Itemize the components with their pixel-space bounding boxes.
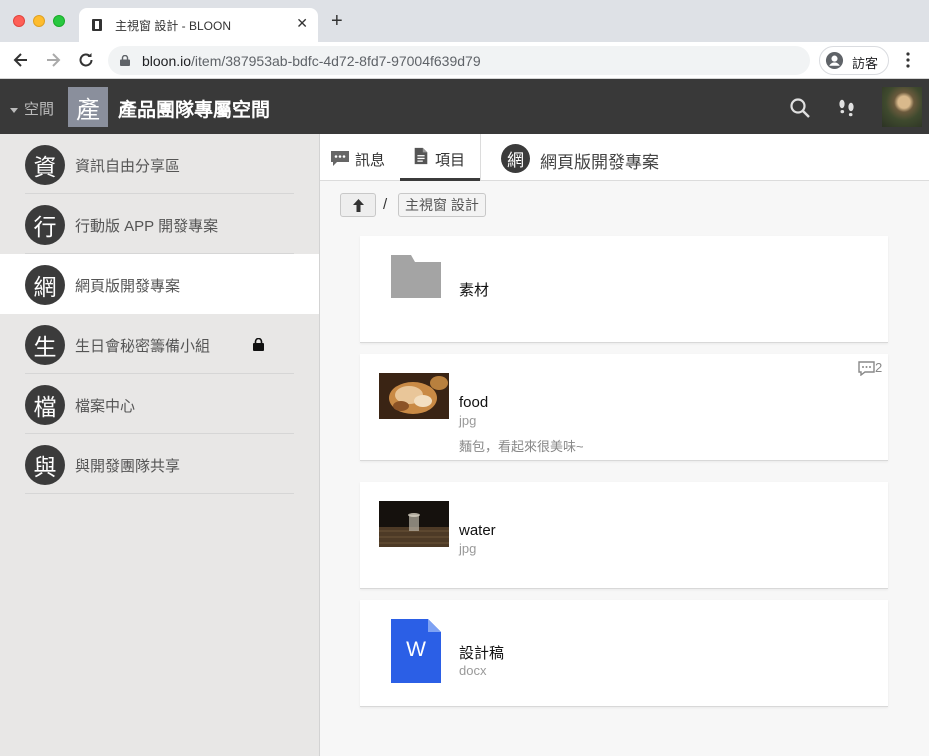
- up-folder-button[interactable]: [340, 193, 376, 217]
- item-name: food: [459, 394, 489, 411]
- folder-icon: [391, 255, 441, 298]
- new-tab-icon[interactable]: +: [331, 11, 343, 31]
- sidebar-item[interactable]: 資資訊自由分享區: [0, 134, 319, 194]
- item-card-water[interactable]: water jpg: [360, 482, 888, 589]
- space-title[interactable]: 產品團隊專屬空間: [118, 95, 270, 122]
- tab-items-label: 項目: [435, 152, 466, 169]
- sidebar-item-avatar: 生: [25, 325, 65, 365]
- breadcrumb-folder[interactable]: 主視窗 設計: [398, 193, 486, 217]
- profile-label: 訪客: [852, 56, 879, 71]
- comment-icon: [858, 361, 875, 377]
- forward-arrow-icon[interactable]: [43, 50, 63, 70]
- account-icon: [825, 51, 844, 70]
- browser-toolbar: bloon.io/item/387953ab-bdfc-4d72-8fd7-97…: [0, 42, 929, 79]
- breadcrumb-separator: /: [383, 196, 388, 213]
- main-panel: 訊息 項目 網 網頁版開發專案 / 主視窗 設計 素材 2 food jpg 麵…: [320, 134, 929, 756]
- sidebar-item-label: 檔案中心: [75, 398, 136, 415]
- sidebar-item[interactable]: 與與開發團隊共享: [0, 434, 319, 494]
- tab-messages[interactable]: 訊息: [328, 134, 396, 181]
- item-name: water: [459, 522, 496, 539]
- kebab-menu-icon[interactable]: [900, 51, 916, 69]
- user-avatar[interactable]: [882, 87, 922, 127]
- window-zoom-button[interactable]: [53, 15, 65, 27]
- sidebar-item[interactable]: 網網頁版開發專案: [0, 254, 319, 314]
- sidebar-item-avatar: 網: [25, 265, 65, 305]
- sidebar-item-label: 行動版 APP 開發專案: [75, 218, 219, 235]
- back-arrow-icon[interactable]: [11, 50, 31, 70]
- sidebar-item-label: 與開發團隊共享: [75, 458, 181, 475]
- channel-name: 網頁版開發專案: [540, 153, 659, 172]
- url-domain: bloon.io: [142, 53, 192, 69]
- item-card-folder[interactable]: 素材: [360, 236, 888, 343]
- app-header: 空間 產 產品團隊專屬空間: [0, 79, 929, 134]
- sidebar-item[interactable]: 行行動版 APP 開發專案: [0, 194, 319, 254]
- sidebar-item-avatar: 行: [25, 205, 65, 245]
- food-thumbnail: [379, 373, 449, 419]
- item-extension: jpg: [459, 541, 477, 556]
- url-text: bloon.io/item/387953ab-bdfc-4d72-8fd7-97…: [142, 53, 481, 69]
- word-letter: W: [406, 638, 426, 661]
- comment-count: 2: [875, 360, 883, 375]
- sidebar-item-label: 資訊自由分享區: [75, 158, 181, 175]
- bloon-logo-icon: [92, 19, 102, 31]
- sidebar-divider: [25, 493, 294, 494]
- item-name: 素材: [459, 282, 490, 299]
- item-card-docx[interactable]: W 設計稿 docx: [360, 600, 888, 707]
- channel-sidebar: 資資訊自由分享區行行動版 APP 開發專案網網頁版開發專案生生日會秘密籌備小組檔…: [0, 134, 320, 756]
- space-menu-toggle[interactable]: 空間: [10, 98, 54, 119]
- arrow-up-icon: [353, 199, 364, 212]
- reload-icon[interactable]: [76, 50, 96, 70]
- chat-icon: [331, 151, 349, 166]
- sidebar-item-avatar: 資: [25, 145, 65, 185]
- space-toggle-label: 空間: [24, 101, 55, 118]
- browser-tab-strip: 主視窗 設計 - BLOON ✕ +: [0, 0, 929, 42]
- sidebar-item-label: 生日會秘密籌備小組: [75, 338, 211, 355]
- caret-down-icon: [10, 107, 18, 113]
- comment-count-badge[interactable]: 2: [858, 360, 883, 377]
- sidebar-item-label: 網頁版開發專案: [75, 278, 181, 295]
- sidebar-item[interactable]: 檔檔案中心: [0, 374, 319, 434]
- browser-tab[interactable]: 主視窗 設計 - BLOON ✕: [79, 8, 318, 42]
- url-path: /item/387953ab-bdfc-4d72-8fd7-97004f639d…: [191, 53, 481, 69]
- window-close-button[interactable]: [13, 15, 25, 27]
- word-document-icon: W: [391, 619, 441, 683]
- channel-tabs: 訊息 項目 網 網頁版開發專案: [320, 134, 929, 181]
- channel-avatar: 網: [501, 144, 530, 173]
- window-minimize-button[interactable]: [33, 15, 45, 27]
- close-tab-icon[interactable]: ✕: [296, 15, 308, 32]
- lock-icon: [253, 338, 264, 351]
- document-icon: [414, 147, 428, 165]
- item-name: 設計稿: [459, 645, 505, 662]
- item-extension: docx: [459, 663, 487, 678]
- tab-items[interactable]: 項目: [400, 134, 480, 181]
- address-bar[interactable]: bloon.io/item/387953ab-bdfc-4d72-8fd7-97…: [108, 46, 810, 75]
- sidebar-item-avatar: 與: [25, 445, 65, 485]
- sidebar-item-avatar: 檔: [25, 385, 65, 425]
- tab-title: 主視窗 設計 - BLOON: [115, 19, 232, 33]
- tab-messages-label: 訊息: [355, 152, 386, 169]
- tabs-divider: [480, 134, 481, 181]
- item-description: 麵包，看起來很美味~: [459, 439, 584, 454]
- sidebar-item[interactable]: 生生日會秘密籌備小組: [0, 314, 319, 374]
- footprints-icon[interactable]: [836, 97, 858, 119]
- secure-lock-icon: [120, 55, 130, 66]
- water-thumbnail: [379, 501, 449, 547]
- search-icon[interactable]: [789, 97, 811, 119]
- item-card-food[interactable]: 2 food jpg 麵包，看起來很美味~: [360, 354, 888, 461]
- item-extension: jpg: [459, 413, 477, 428]
- space-avatar[interactable]: 產: [68, 87, 108, 127]
- profile-button[interactable]: 訪客: [819, 46, 889, 75]
